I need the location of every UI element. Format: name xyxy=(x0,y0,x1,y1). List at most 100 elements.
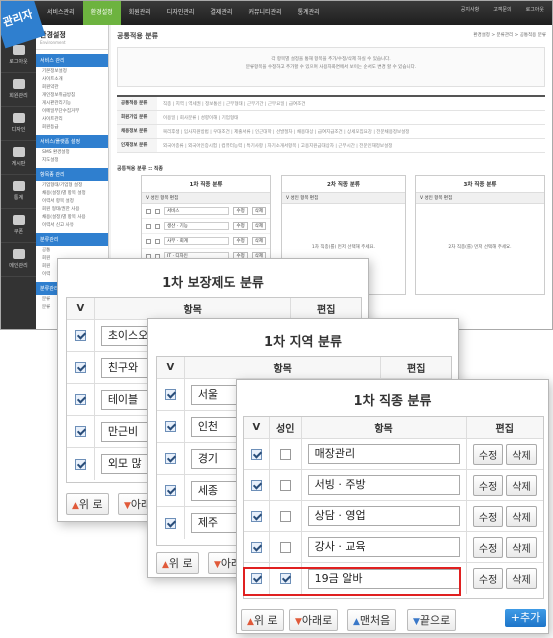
sidebar-item[interactable]: 게시판관리기능 xyxy=(36,99,108,107)
row-checkbox[interactable] xyxy=(164,421,176,432)
edit-button[interactable]: 수정 xyxy=(472,536,504,558)
row-name-input[interactable]: 매장관리 xyxy=(307,444,460,464)
sidebar-item[interactable]: 사이트소개 xyxy=(36,75,108,83)
top-menu-service[interactable]: 서비스관리 xyxy=(39,1,83,25)
notice-link[interactable]: 공지사항 xyxy=(461,6,479,13)
row-checkbox[interactable] xyxy=(250,510,262,522)
move-bottom-button[interactable]: ▼끝으로 xyxy=(407,609,457,631)
mini-edit-button[interactable]: 수정 xyxy=(233,222,248,230)
top-menu-members[interactable]: 회원관리 xyxy=(121,1,159,25)
move-down-button[interactable]: ▼아래로 xyxy=(289,609,339,631)
row-name-input[interactable]: 서빙 · 주방 xyxy=(307,475,460,495)
mini-checkbox[interactable] xyxy=(146,208,151,214)
row-checkbox[interactable] xyxy=(250,541,262,553)
left-btn-design[interactable]: 디자인 xyxy=(1,107,36,141)
left-btn-coupon[interactable]: 쿠폰 xyxy=(1,209,36,243)
top-menu-settings[interactable]: 환경설정 xyxy=(82,1,121,25)
row-checkbox[interactable] xyxy=(74,426,86,437)
edit-button[interactable]: 수정 xyxy=(472,443,504,465)
mini-delete-button[interactable]: 삭제 xyxy=(251,222,266,230)
top-menu-stats[interactable]: 통계관리 xyxy=(290,1,328,25)
left-btn-board[interactable]: 게시판 xyxy=(1,141,36,175)
row-checkbox[interactable] xyxy=(74,330,86,341)
top-menu-community[interactable]: 커뮤니티관리 xyxy=(241,1,290,25)
sidebar-section-head[interactable]: 항목종 관리 xyxy=(36,168,108,181)
move-up-button[interactable]: ▲위 로 xyxy=(66,493,109,515)
category-values[interactable]: 이용일 | 회사분류 | 성향이해 | 기업형태 xyxy=(157,115,238,121)
mini-checkbox[interactable] xyxy=(155,208,160,214)
sidebar-item[interactable]: 이메일무단수집거부 xyxy=(36,107,108,115)
mini-delete-button[interactable]: 삭제 xyxy=(251,237,266,245)
inquiry-link[interactable]: 고객문의 xyxy=(493,6,511,13)
mini-checkbox[interactable] xyxy=(146,238,151,244)
left-btn-stats[interactable]: 통계 xyxy=(1,175,36,209)
sidebar-item[interactable]: SMS 환경설정 xyxy=(36,148,108,156)
mini-name[interactable]: 서비스 xyxy=(164,207,230,215)
adult-checkbox[interactable] xyxy=(279,448,291,460)
sidebar-item[interactable]: 이력서 항목 설정 xyxy=(36,197,108,205)
sidebar-section-head[interactable]: 분류관리 xyxy=(36,233,108,246)
sidebar-item[interactable]: 기업형태/기업형 설정 xyxy=(36,181,108,189)
row-checkbox[interactable] xyxy=(74,458,86,470)
sidebar-item[interactable]: 개인정보취급방침 xyxy=(36,91,108,99)
row-name-cell: 매장관리 xyxy=(302,439,467,469)
row-checkbox[interactable] xyxy=(164,517,176,529)
move-top-button[interactable]: ▲맨처음 xyxy=(347,609,397,631)
sidebar-item[interactable]: 공통 xyxy=(36,246,108,254)
mini-panel-title: 3차 직종 분류 xyxy=(416,176,544,193)
left-btn-main[interactable]: 메인관리 xyxy=(1,243,36,277)
sidebar-item[interactable]: 사이트관리 xyxy=(36,115,108,123)
mini-checkbox[interactable] xyxy=(146,223,151,229)
category-values[interactable]: 외국어종류 | 외국어인증시험 | 컴퓨터능력 | 특기사항 | 자기소개서항목… xyxy=(157,143,392,149)
sidebar-section-head[interactable]: 서비스/플랫폼 설정 xyxy=(36,135,108,148)
category-values[interactable]: 복리후생 | 입사지원방법 | 우대조건 | 제출서류 | 인근대학 | 선발절… xyxy=(157,129,409,135)
mini-delete-button[interactable]: 삭제 xyxy=(251,207,266,215)
move-up-button[interactable]: ▲위 로 xyxy=(156,552,199,574)
mini-edit-button[interactable]: 수정 xyxy=(233,207,248,215)
sidebar-item[interactable]: 채용(설정)별 항목 사용 xyxy=(36,213,108,221)
add-button[interactable]: +추가 xyxy=(505,609,546,627)
header-v: V xyxy=(157,357,185,378)
row-checkbox[interactable] xyxy=(74,394,86,405)
edit-button[interactable]: 수정 xyxy=(472,568,504,589)
row-checkbox[interactable] xyxy=(250,479,262,491)
row-checkbox[interactable] xyxy=(164,389,176,400)
logout-link[interactable]: 로그아웃 xyxy=(526,6,544,13)
edit-button[interactable]: 수정 xyxy=(472,505,504,527)
sidebar-item[interactable]: 회원 형태/권한 사용 xyxy=(36,205,108,213)
mini-name[interactable]: 사무 · 회계 xyxy=(164,237,230,245)
row-name-input[interactable]: 강사 · 교육 xyxy=(307,537,460,557)
row-checkbox[interactable] xyxy=(74,362,86,373)
adult-checkbox[interactable] xyxy=(279,510,291,522)
adult-checkbox[interactable] xyxy=(279,541,291,553)
mini-name[interactable]: 생산 · 기능 xyxy=(164,222,230,230)
adult-checkbox[interactable] xyxy=(279,479,291,491)
delete-button[interactable]: 삭제 xyxy=(506,568,537,589)
mini-edit-button[interactable]: 수정 xyxy=(233,237,248,245)
sidebar-item[interactable]: 이력서 신고 사유 xyxy=(36,221,108,229)
move-up-button[interactable]: ▲위 로 xyxy=(241,609,284,631)
table-row: 매장관리 수정 삭제 xyxy=(244,439,543,470)
row-checkbox[interactable] xyxy=(164,485,176,496)
delete-button[interactable]: 삭제 xyxy=(506,474,537,496)
sidebar-item[interactable]: 기본정보설정 xyxy=(36,67,108,75)
top-menu-payment[interactable]: 결제관리 xyxy=(202,1,240,25)
row-checkbox[interactable] xyxy=(250,448,262,460)
mini-checkbox[interactable] xyxy=(155,223,160,229)
sidebar-item[interactable]: 지도설정 xyxy=(36,156,108,164)
left-btn-members[interactable]: 회원관리 xyxy=(1,73,36,107)
delete-button[interactable]: 삭제 xyxy=(506,443,537,465)
sidebar-item[interactable]: 채용(설정)별 항목 설정 xyxy=(36,189,108,197)
sidebar-item[interactable]: 회원약관 xyxy=(36,83,108,91)
edit-button[interactable]: 수정 xyxy=(472,474,504,496)
category-values[interactable]: 직종 | 지역 | 역세권 | 정보통신 | 근무형태 | 근무기간 | 근무요… xyxy=(157,101,305,107)
sidebar-section-head[interactable]: 서비스 관리 xyxy=(36,54,108,67)
mini-checkbox[interactable] xyxy=(155,238,160,244)
top-menu-design[interactable]: 디자인관리 xyxy=(159,1,203,25)
delete-button[interactable]: 삭제 xyxy=(506,505,537,527)
row-edit-cell: 수정 삭제 xyxy=(467,501,543,531)
delete-button[interactable]: 삭제 xyxy=(506,536,537,558)
sidebar-item[interactable]: 회원등급 xyxy=(36,123,108,131)
row-checkbox[interactable] xyxy=(164,453,176,464)
row-name-input[interactable]: 상담 · 영업 xyxy=(307,506,460,526)
